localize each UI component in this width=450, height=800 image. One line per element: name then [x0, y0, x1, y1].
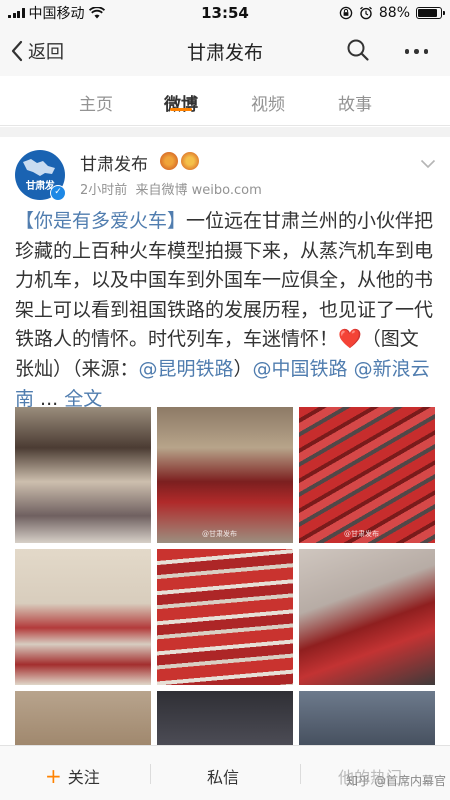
mention-link[interactable]: @中国铁路 [253, 358, 348, 380]
verified-icon: ✓ [50, 185, 66, 201]
tab-home[interactable]: 主页 [66, 90, 126, 115]
post-photo[interactable] [15, 549, 151, 685]
post-photo[interactable]: @甘肃发布 [299, 407, 435, 543]
status-right: 88% [339, 5, 445, 21]
source-watermark: 知乎 @首席内幕官 [346, 772, 446, 789]
author-name[interactable]: 甘肃发布 [80, 150, 148, 175]
post-photo[interactable] [157, 549, 293, 685]
tab-weibo[interactable]: 微博 [151, 90, 211, 115]
chevron-down-icon [420, 159, 436, 169]
heart-emoji: ❤️ [338, 328, 362, 351]
post-time: 2小时前 [80, 183, 128, 198]
search-icon [347, 39, 369, 61]
back-button[interactable]: 返回 [10, 38, 64, 64]
mention-link[interactable]: @昆明铁路 [139, 358, 234, 380]
divider [300, 764, 301, 784]
follow-button[interactable]: + 关注 [45, 764, 100, 788]
badge-icon [160, 152, 178, 170]
watermark-text: 知乎 @首席内幕官 [346, 774, 446, 788]
post-photo[interactable] [299, 549, 435, 685]
plus-icon: + [45, 764, 62, 788]
battery-icon [416, 7, 445, 19]
back-chevron-icon [11, 40, 23, 62]
active-tab-indicator [170, 108, 192, 111]
tab-video[interactable]: 视频 [238, 90, 298, 115]
search-button[interactable] [346, 38, 370, 66]
post-options-button[interactable] [420, 154, 436, 173]
message-button[interactable]: 私信 [207, 764, 239, 788]
fortune-badge-icon [181, 152, 199, 170]
section-divider [0, 127, 450, 137]
follow-label: 关注 [67, 768, 100, 787]
post-text: 【你是有多爱火车】一位远在甘肃兰州的小伙伴把珍藏的上百种火车模型拍摄下来，从蒸汽… [15, 207, 440, 414]
battery-percent: 88% [378, 5, 410, 21]
tab-story[interactable]: 故事 [325, 90, 385, 115]
alarm-icon [359, 6, 372, 20]
post-text-part: ） [233, 357, 253, 380]
page-title: 甘肃发布 [186, 42, 263, 64]
more-button[interactable] [404, 49, 428, 54]
nav-bar: 返回 甘肃发布 [0, 26, 450, 76]
profile-tabs: 主页 微博 视频 故事 [0, 76, 450, 126]
lock-rotation-icon [339, 6, 353, 20]
photo-watermark: @甘肃发布 [202, 530, 237, 538]
divider [150, 764, 151, 784]
post-meta: 2小时前 来自微博 weibo.com [80, 179, 262, 198]
status-bar: 中国移动 13:54 88% [0, 0, 450, 26]
post-photo[interactable] [15, 407, 151, 543]
back-label: 返回 [28, 42, 64, 63]
more-icon [404, 49, 409, 54]
topic-link[interactable]: 【你是有多爱火车】 [15, 210, 186, 232]
post-source: 来自微博 weibo.com [135, 183, 262, 198]
post-photo[interactable]: @甘肃发布 [157, 407, 293, 543]
photo-watermark: @甘肃发布 [344, 530, 379, 538]
